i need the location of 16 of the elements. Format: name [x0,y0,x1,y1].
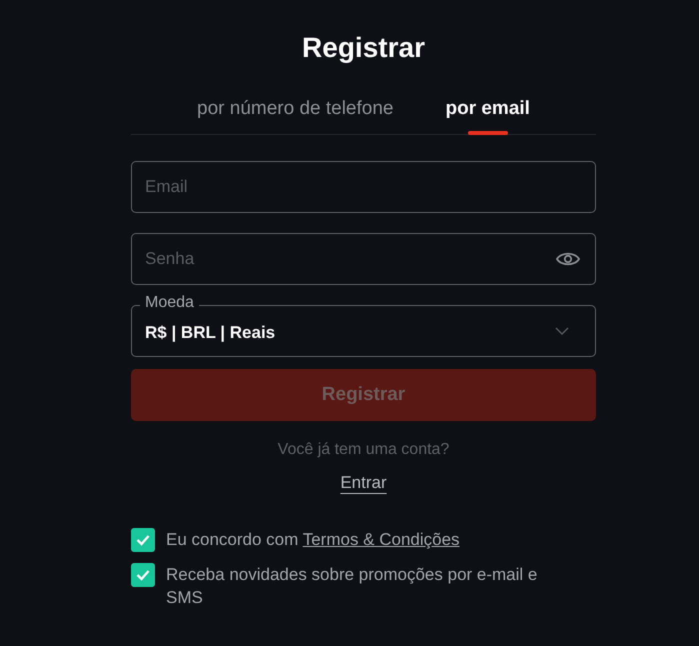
login-prompt: Você já tem uma conta? [278,441,450,459]
checkbox-label: Receba novidades sobre promoções por e-mail e SMS [166,564,538,609]
login-link[interactable]: Entrar [340,473,387,493]
checkbox-label: Eu concordo com Termos & Condições [166,529,460,551]
checkbox[interactable] [131,563,155,587]
eye-icon[interactable] [556,251,580,267]
terms-link[interactable]: Termos & Condições [302,530,460,549]
tab[interactable]: por número de telefone [197,90,394,134]
checkmark-icon [136,534,150,546]
checkbox[interactable] [131,528,155,552]
page-title: Registrar [301,31,426,65]
checkmark-icon [136,569,150,581]
password-field[interactable]: Senha [131,233,596,285]
chevron-down-icon [555,327,569,335]
tab[interactable]: por email [445,90,530,134]
email-field[interactable]: Email [131,161,596,213]
